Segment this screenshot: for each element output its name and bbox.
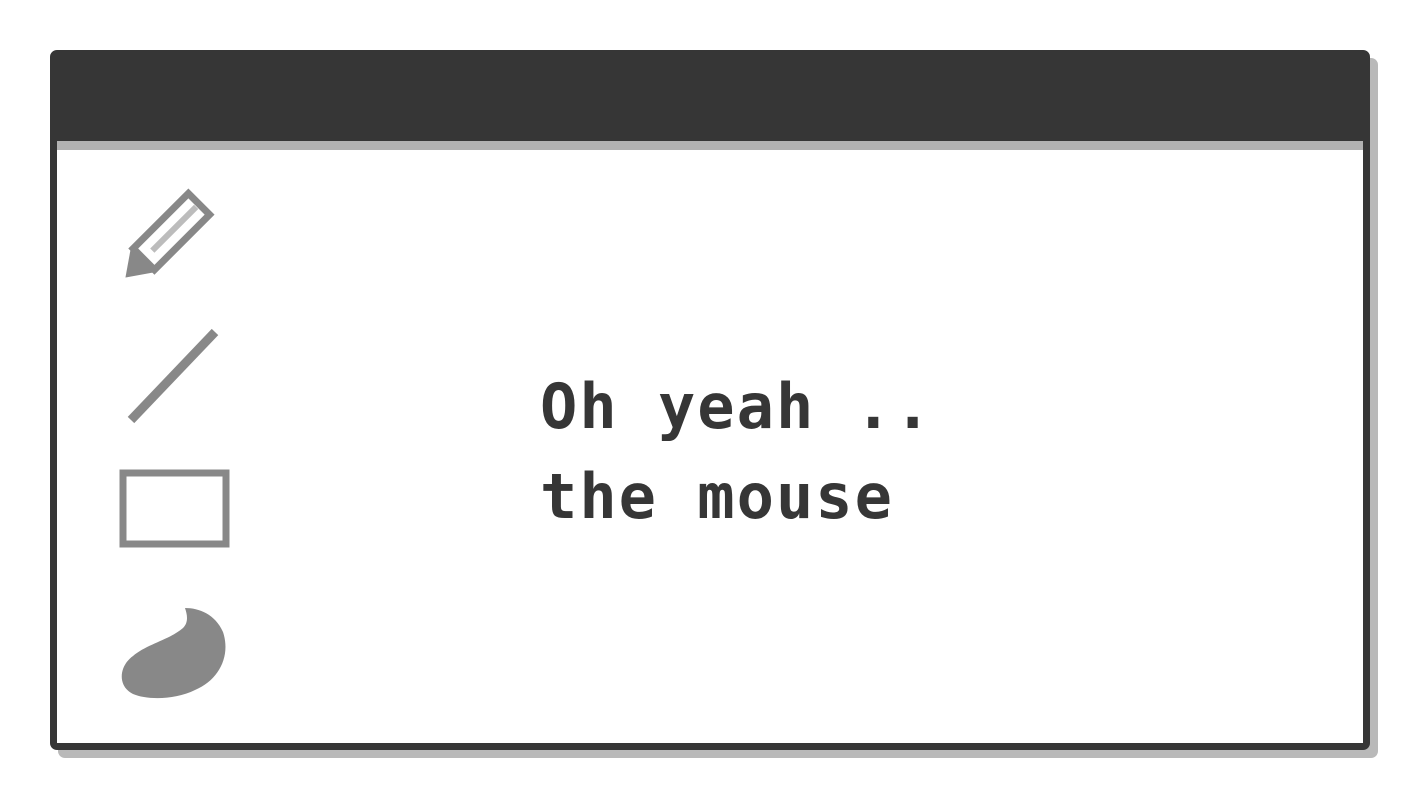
paint-window: Oh yeah .. the mouse [50,50,1370,750]
canvas-text-line-2: the mouse [540,460,894,533]
fill-tool-button[interactable] [115,600,235,710]
line-tool-button[interactable] [115,328,235,438]
canvas-text: Oh yeah .. the mouse [540,362,933,542]
tool-palette [57,150,257,743]
title-bar[interactable] [57,57,1363,150]
rectangle-tool-button[interactable] [115,460,235,570]
pencil-icon [115,178,235,288]
pencil-tool-button[interactable] [115,178,235,288]
rectangle-icon [115,460,235,560]
blob-fill-icon [115,600,235,710]
line-icon [115,328,235,438]
canvas-text-line-1: Oh yeah .. [540,370,934,443]
